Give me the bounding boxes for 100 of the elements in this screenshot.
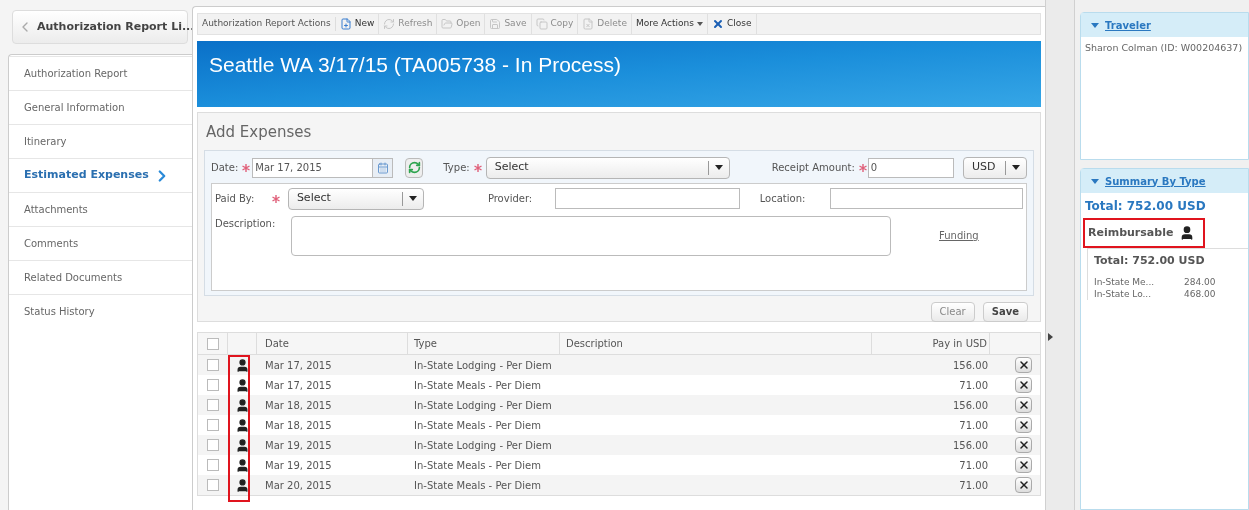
close-icon [1017,379,1030,391]
table-row[interactable]: Mar 20, 2015 In-State Meals - Per Diem 71.00 [198,475,1040,495]
traveler-link[interactable]: Traveler [1105,17,1151,33]
caret-icon [408,196,417,201]
table-cell-text: In-State Meals - Per Diem [413,478,542,493]
checkbox[interactable] [207,359,219,371]
collapse-arrow-icon[interactable] [1091,178,1099,184]
person-icon [235,437,250,453]
funding-link[interactable]: Funding [939,227,979,243]
receipt-amount-field[interactable]: 0 [867,157,954,178]
field-label: Type: [443,161,470,175]
checkbox[interactable] [207,439,219,451]
description-field[interactable] [291,215,891,256]
table-cell-text: 71.00 [958,458,989,473]
table-cell-text: Mar 17, 2015 [264,358,333,373]
save-button[interactable]: Save [982,301,1028,322]
table-cell-text: Mar 19, 2015 [264,438,333,453]
table-cell-text: 71.00 [958,478,989,493]
checkbox[interactable] [207,399,219,411]
checkbox[interactable] [207,459,219,471]
table-cell-text: In-State Meals - Per Diem [413,378,542,393]
traveler-name: Sharon Colman (ID: W00204637) [1084,41,1244,55]
close-icon [1017,439,1030,451]
refresh-icon [383,18,396,30]
table-cell-text: Mar 18, 2015 [264,398,333,413]
close-icon [712,18,724,30]
toolbar-title: Authorization Report Actions [198,17,336,31]
checkbox[interactable] [207,379,219,391]
table-cell-text: In-State Meals - Per Diem [413,458,542,473]
column-header[interactable]: Pay in USD [872,333,990,354]
table-cell-text: Mar 19, 2015 [264,458,333,473]
section-title: Add Expenses [206,122,313,143]
currency-dropdown[interactable]: USD [963,156,1027,179]
field-label: Description: [215,216,277,231]
table-cell-text: Mar 18, 2015 [264,418,333,433]
close-icon [1017,419,1030,431]
field-label: Location: [759,192,807,206]
checkbox[interactable] [207,419,219,431]
field-label: Paid By: [215,192,256,206]
group-label: Reimbursable [1088,224,1174,241]
person-icon [235,417,250,433]
column-header[interactable]: Description [560,333,872,354]
table-cell-text: 71.00 [958,418,989,433]
report-title: Seattle WA 3/17/15 (TA005738 - In Process) [209,53,622,76]
collapse-arrow-icon[interactable] [1091,22,1099,28]
table-cell-text: In-State Lodging - Per Diem [413,438,553,453]
caret-icon [714,165,723,170]
table-cell-text: In-State Meals - Per Diem [413,418,542,433]
provider-field[interactable] [554,188,740,209]
table-cell-text: 71.00 [958,378,989,393]
table-cell-text: 156.00 [952,398,989,413]
expand-arrow-icon[interactable] [1048,333,1053,341]
summary-total: Total: 752.00 USD [1084,198,1207,215]
delete-row-button[interactable] [1015,457,1032,473]
new-toolbar-button[interactable]: New [335,14,380,34]
delete-row-button[interactable] [1015,357,1032,373]
table-cell-text: In-State Lodging - Per Diem [413,398,553,413]
checkbox[interactable] [206,337,219,350]
person-icon [235,377,250,393]
person-icon [235,457,250,473]
calendar-icon [376,161,389,174]
type-dropdown[interactable]: Select [485,156,730,179]
table-cell-text: In-State Lodging - Per Diem [413,358,553,373]
table-row[interactable]: Mar 18, 2015 In-State Lodging - Per Diem 156.00 [198,395,1040,415]
close-icon [1017,459,1030,471]
copy-icon [535,18,548,30]
new-icon [339,18,352,30]
column-header[interactable]: Date [257,333,408,354]
delete-row-button[interactable] [1015,417,1032,433]
date-field[interactable]: Mar 17, 2015 [252,157,394,178]
field-label: Receipt Amount: [771,161,855,175]
save-icon [489,18,502,30]
caret-icon [1012,165,1020,170]
refresh-button[interactable] [405,157,424,178]
close-toolbar-button[interactable]: Close [708,14,757,34]
person-icon [235,397,250,413]
table-row[interactable]: Mar 17, 2015 In-State Lodging - Per Diem 156.00 [198,355,1040,375]
column-header[interactable]: Type [408,333,560,354]
person-icon [235,477,250,493]
table-row[interactable]: Mar 19, 2015 In-State Lodging - Per Diem 156.00 [198,435,1040,455]
table-cell-text: 156.00 [952,358,989,373]
delete-row-button[interactable] [1015,437,1032,453]
delete-row-button[interactable] [1015,477,1032,493]
group-total: Total: 752.00 USD [1094,253,1206,269]
table-cell-text: Mar 17, 2015 [264,378,333,393]
person-icon [235,357,250,373]
field-label: Date: [211,161,239,175]
paid-by-dropdown[interactable]: Select [287,187,424,210]
more-toolbar-button[interactable]: More Actions [631,14,708,34]
table-cell-text: 156.00 [952,438,989,453]
close-icon [1017,479,1030,491]
delete-row-button[interactable] [1015,377,1032,393]
location-field[interactable] [830,188,1023,209]
summary-item-label: In-State Me... [1094,275,1156,288]
delete-icon [582,18,595,30]
checkbox[interactable] [207,479,219,491]
summary-item-label: In-State Lo... [1094,287,1153,300]
delete-row-button[interactable] [1015,397,1032,413]
summary-item-amount: 284.00 [1184,275,1216,288]
caret-icon [697,22,703,26]
